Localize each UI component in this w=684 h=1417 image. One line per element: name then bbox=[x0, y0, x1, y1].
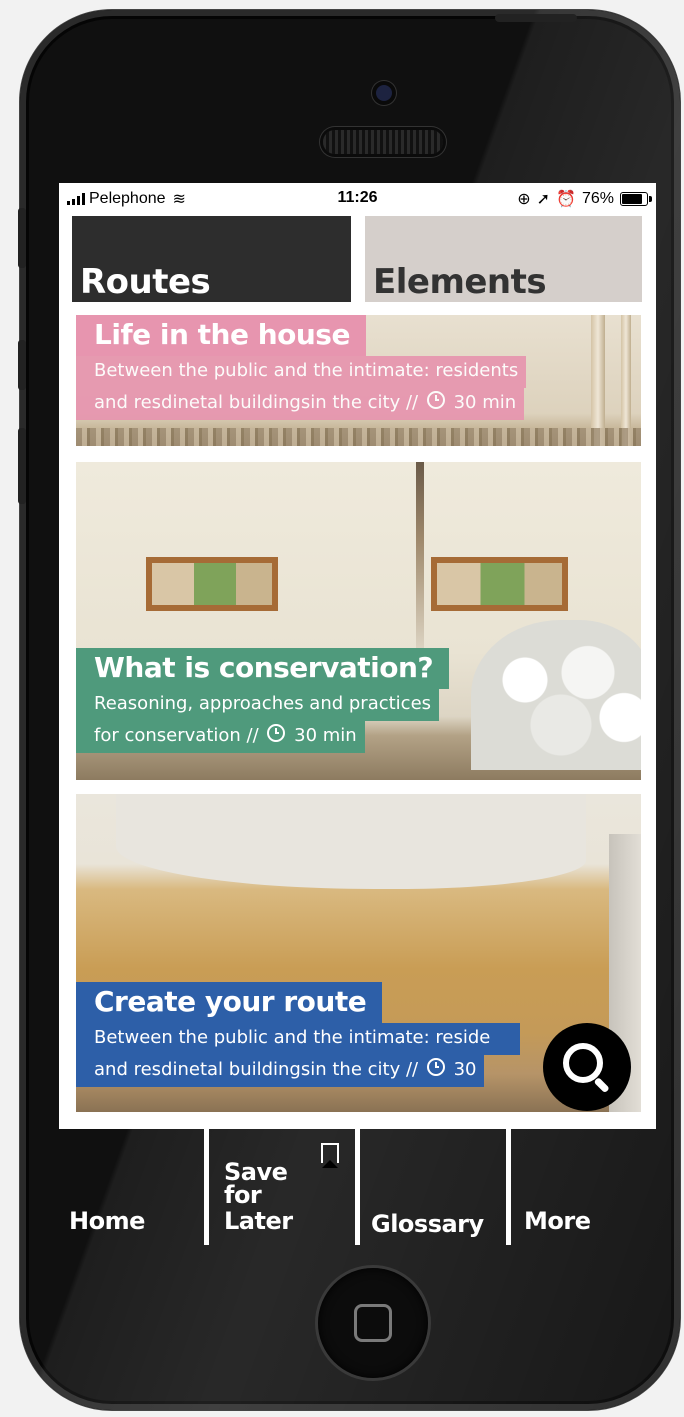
app-screen: Pelephone ≋ 11:26 ⊕ ➚ ⏰ 76% Routes Eleme… bbox=[59, 183, 656, 1129]
status-right-group: ⊕ ➚ ⏰ 76% bbox=[517, 189, 652, 209]
route-subtitle-line1: Between the public and the intimate: res… bbox=[76, 1023, 521, 1055]
nav-more[interactable]: More bbox=[511, 1129, 651, 1247]
route-subtitle-line1: Between the public and the intimate: res… bbox=[76, 356, 527, 388]
home-square-icon bbox=[354, 1304, 392, 1342]
clock-icon bbox=[426, 391, 445, 409]
tab-routes-label: Routes bbox=[80, 262, 211, 302]
route-caption: Create your route Between the public and… bbox=[76, 982, 521, 1087]
tab-elements-label: Elements bbox=[373, 262, 547, 302]
route-subtitle-line2: for conservation // bbox=[94, 725, 259, 746]
rotation-lock-icon: ⊕ bbox=[517, 191, 531, 208]
volume-down-button[interactable] bbox=[18, 428, 26, 504]
power-button[interactable] bbox=[495, 14, 577, 22]
route-title: Life in the house bbox=[76, 315, 366, 356]
route-title: Create your route bbox=[76, 982, 383, 1023]
tab-routes[interactable]: Routes bbox=[72, 216, 351, 302]
route-subtitle-line2: and resdinetal buildingsin the city // bbox=[94, 1059, 419, 1080]
volume-up-button[interactable] bbox=[18, 340, 26, 390]
route-caption: What is conservation? Reasoning, approac… bbox=[76, 648, 450, 753]
front-camera-icon bbox=[376, 85, 392, 101]
search-button[interactable] bbox=[543, 1023, 631, 1111]
nav-glossary[interactable]: Glossary bbox=[360, 1129, 506, 1247]
tab-elements[interactable]: Elements bbox=[365, 216, 642, 302]
route-card-what-is-conservation[interactable]: What is conservation? Reasoning, approac… bbox=[76, 462, 641, 780]
nav-glossary-label: Glossary bbox=[371, 1210, 484, 1238]
battery-icon bbox=[620, 192, 652, 206]
bottom-nav: Home Save for Later Glossary More bbox=[59, 1129, 656, 1247]
route-title: What is conservation? bbox=[76, 648, 450, 689]
earpiece-speaker bbox=[323, 130, 443, 154]
clock-icon bbox=[426, 1058, 445, 1076]
nav-home[interactable]: Home bbox=[59, 1129, 204, 1247]
search-icon bbox=[563, 1043, 603, 1083]
route-subtitle-line2-group: for conservation // 30 min bbox=[76, 721, 365, 753]
route-card-life-in-the-house[interactable]: Life in the house Between the public and… bbox=[76, 315, 641, 446]
battery-percent: 76% bbox=[581, 190, 614, 207]
nav-more-label: More bbox=[524, 1207, 591, 1235]
alarm-icon: ⏰ bbox=[556, 191, 576, 208]
status-bar: Pelephone ≋ 11:26 ⊕ ➚ ⏰ 76% bbox=[59, 183, 656, 215]
mute-switch[interactable] bbox=[18, 208, 26, 268]
clock-icon bbox=[267, 724, 286, 742]
nav-save-label-2: for bbox=[224, 1181, 262, 1209]
nav-save-label-3: Later bbox=[224, 1207, 293, 1235]
route-subtitle-line2-group: and resdinetal buildingsin the city // 3… bbox=[76, 1055, 485, 1087]
location-arrow-icon: ➚ bbox=[536, 191, 551, 208]
nav-home-label: Home bbox=[69, 1207, 145, 1235]
route-subtitle-line2: and resdinetal buildingsin the city // bbox=[94, 392, 419, 413]
route-subtitle-line1: Reasoning, approaches and practices bbox=[76, 689, 440, 721]
route-duration: 30 min bbox=[294, 725, 357, 746]
route-duration: 30 bbox=[453, 1059, 477, 1080]
route-duration: 30 min bbox=[453, 392, 517, 413]
home-hardware-button[interactable] bbox=[318, 1268, 428, 1378]
route-caption: Life in the house Between the public and… bbox=[76, 315, 527, 420]
route-subtitle-line2-group: and resdinetal buildingsin the city // 3… bbox=[76, 388, 525, 420]
bookmark-icon bbox=[321, 1143, 339, 1168]
